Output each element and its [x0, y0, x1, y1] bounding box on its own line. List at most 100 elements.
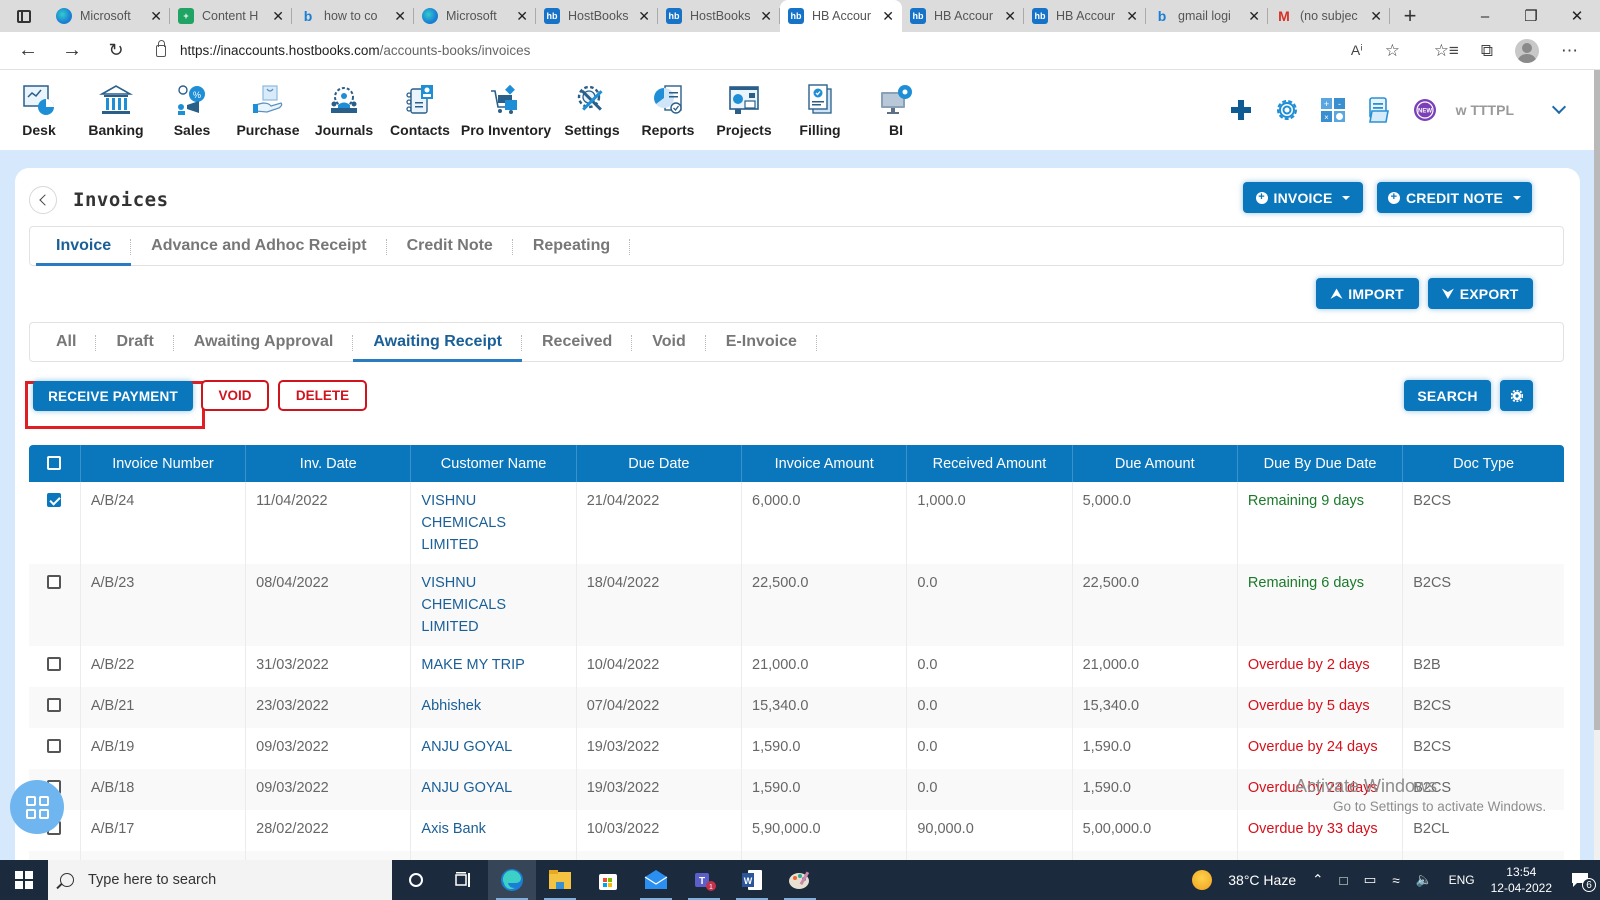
- invoice-number[interactable]: A/B/22: [80, 646, 247, 687]
- table-row[interactable]: A/B/19 09/03/2022 ANJU GOYAL 19/03/2022 1,59…: [29, 728, 1564, 769]
- collections-icon[interactable]: ⧉: [1481, 41, 1493, 61]
- column-header[interactable]: Invoice Number: [80, 445, 247, 482]
- back-button[interactable]: [29, 186, 57, 214]
- invoice-number[interactable]: A/B/17: [80, 810, 247, 851]
- search-button[interactable]: SEARCH: [1404, 380, 1491, 411]
- row-checkbox[interactable]: [47, 739, 62, 753]
- browser-tab[interactable]: hb HB Accour ✕: [902, 0, 1024, 32]
- void-button[interactable]: VOID: [201, 380, 269, 411]
- close-tab-icon[interactable]: ✕: [516, 8, 528, 25]
- browser-tab[interactable]: hb HostBooks ✕: [536, 0, 658, 32]
- customer-name[interactable]: MAKE MY TRIP: [410, 646, 577, 687]
- select-all-checkbox[interactable]: [47, 455, 62, 470]
- weather-icon[interactable]: [1192, 870, 1213, 890]
- taskbar-store[interactable]: [584, 860, 632, 900]
- restore-button[interactable]: ❐: [1508, 0, 1554, 32]
- quick-add-button[interactable]: [1218, 99, 1264, 121]
- tab-credit-note[interactable]: Credit Note: [387, 227, 514, 265]
- cortana-button[interactable]: [392, 860, 440, 900]
- column-header[interactable]: Customer Name: [410, 445, 577, 482]
- module-sales[interactable]: % Sales: [154, 70, 230, 150]
- module-desk[interactable]: Desk: [0, 70, 78, 150]
- customer-name[interactable]: VISHNU CHEMICALS LIMITED: [410, 564, 577, 646]
- column-header[interactable]: Doc Type: [1402, 445, 1564, 482]
- close-tab-icon[interactable]: ✕: [394, 8, 406, 25]
- module-banking[interactable]: Banking: [78, 70, 154, 150]
- page-scrollbar[interactable]: [1594, 70, 1600, 860]
- table-row[interactable]: A/B/23 08/04/2022 VISHNU CHEMICALS LIMITED…: [29, 564, 1564, 646]
- new-invoice-button[interactable]: + INVOICE: [1243, 182, 1363, 213]
- taskbar-search[interactable]: Type here to search: [48, 860, 392, 900]
- browser-tab[interactable]: hb HB Accour ✕: [780, 0, 902, 32]
- settings-button[interactable]: [1264, 96, 1310, 124]
- status-tab-received[interactable]: Received: [522, 323, 633, 361]
- close-tab-icon[interactable]: ✕: [1126, 8, 1138, 25]
- delete-button[interactable]: DELETE: [278, 380, 367, 411]
- browser-tab[interactable]: b how to co ✕: [292, 0, 414, 32]
- status-tab-e-invoice[interactable]: E-Invoice: [706, 323, 818, 361]
- tab-repeating[interactable]: Repeating: [513, 227, 631, 265]
- favorites-icon[interactable]: ☆≡: [1434, 41, 1459, 61]
- task-view-button[interactable]: [440, 860, 488, 900]
- show-hidden-icons[interactable]: ⌃: [1312, 872, 1323, 888]
- add-favorite-icon[interactable]: ☆: [1385, 41, 1400, 61]
- browser-tab[interactable]: M (no subjec ✕: [1268, 0, 1390, 32]
- status-tab-void[interactable]: Void: [632, 323, 707, 361]
- module-reports[interactable]: Reports: [630, 70, 706, 150]
- column-header[interactable]: Due By Due Date: [1237, 445, 1404, 482]
- url-field[interactable]: https://inaccounts.hostbooks.com/account…: [146, 35, 1406, 66]
- table-row[interactable]: A/B/22 31/03/2022 MAKE MY TRIP 10/04/2022 21…: [29, 646, 1564, 687]
- invoice-number[interactable]: A/B/21: [80, 687, 247, 728]
- module-projects[interactable]: Projects: [706, 70, 782, 150]
- browser-tab[interactable]: hb HB Accour ✕: [1024, 0, 1146, 32]
- status-tab-awaiting-receipt[interactable]: Awaiting Receipt: [353, 323, 522, 362]
- module-purchase[interactable]: Purchase: [230, 70, 306, 150]
- taskbar-teams[interactable]: T1: [680, 860, 728, 900]
- browser-tab[interactable]: Microsoft ✕: [48, 0, 170, 32]
- chevron-down-icon[interactable]: [1551, 99, 1567, 115]
- row-checkbox[interactable]: [47, 493, 62, 507]
- refresh-icon[interactable]: ↻: [94, 40, 138, 61]
- module-journals[interactable]: Journals: [306, 70, 382, 150]
- close-tab-icon[interactable]: ✕: [760, 8, 772, 25]
- module-pro-inventory[interactable]: Pro Inventory: [458, 70, 554, 150]
- table-row[interactable]: A/B/21 23/03/2022 Abhishek 07/04/2022 15,340…: [29, 687, 1564, 728]
- company-name[interactable]: w TTTPL: [1456, 102, 1514, 118]
- read-aloud-icon[interactable]: Aⁱ: [1351, 42, 1363, 59]
- language-indicator[interactable]: ENG: [1449, 873, 1475, 887]
- documents-button[interactable]: [1356, 97, 1402, 123]
- invoice-number[interactable]: A/B/19: [80, 728, 247, 769]
- customer-name[interactable]: Abhishek: [410, 687, 577, 728]
- table-row[interactable]: A/B/17 28/02/2022 Axis Bank 10/03/2022 5,90,…: [29, 810, 1564, 851]
- column-header[interactable]: Due Date: [576, 445, 743, 482]
- whats-new-button[interactable]: NEW: [1402, 98, 1448, 122]
- meet-now-icon[interactable]: □: [1339, 873, 1347, 888]
- module-filling[interactable]: Filling: [782, 70, 858, 150]
- browser-tab[interactable]: + Content H ✕: [170, 0, 292, 32]
- column-header[interactable]: Invoice Amount: [741, 445, 908, 482]
- customer-name[interactable]: ANJU GOYAL: [410, 769, 577, 810]
- close-tab-icon[interactable]: ✕: [638, 8, 650, 25]
- browser-tab[interactable]: hb HostBooks ✕: [658, 0, 780, 32]
- profile-avatar[interactable]: [1515, 38, 1539, 63]
- column-header[interactable]: Inv. Date: [245, 445, 412, 482]
- close-tab-icon[interactable]: ✕: [1248, 8, 1260, 25]
- tab-actions-button[interactable]: [0, 0, 48, 32]
- volume-icon[interactable]: 🔈: [1416, 872, 1433, 888]
- taskbar-paint[interactable]: [776, 860, 824, 900]
- new-tab-button[interactable]: +: [1390, 0, 1430, 32]
- close-tab-icon[interactable]: ✕: [882, 8, 894, 25]
- notifications-button[interactable]: 6: [1560, 872, 1600, 892]
- module-settings[interactable]: Settings: [554, 70, 630, 150]
- close-window-button[interactable]: ✕: [1554, 0, 1600, 32]
- close-tab-icon[interactable]: ✕: [1370, 8, 1382, 25]
- back-arrow-icon[interactable]: ←: [6, 39, 50, 62]
- module-bi[interactable]: BI: [858, 70, 934, 150]
- module-contacts[interactable]: Contacts: [382, 70, 458, 150]
- wifi-icon[interactable]: ≈: [1392, 873, 1399, 888]
- new-credit-note-button[interactable]: + CREDIT NOTE: [1377, 182, 1532, 213]
- export-button[interactable]: ⮟ EXPORT: [1428, 278, 1533, 309]
- taskbar-mail[interactable]: [632, 860, 680, 900]
- status-tab-awaiting-approval[interactable]: Awaiting Approval: [174, 323, 354, 361]
- column-header[interactable]: Due Amount: [1072, 445, 1238, 482]
